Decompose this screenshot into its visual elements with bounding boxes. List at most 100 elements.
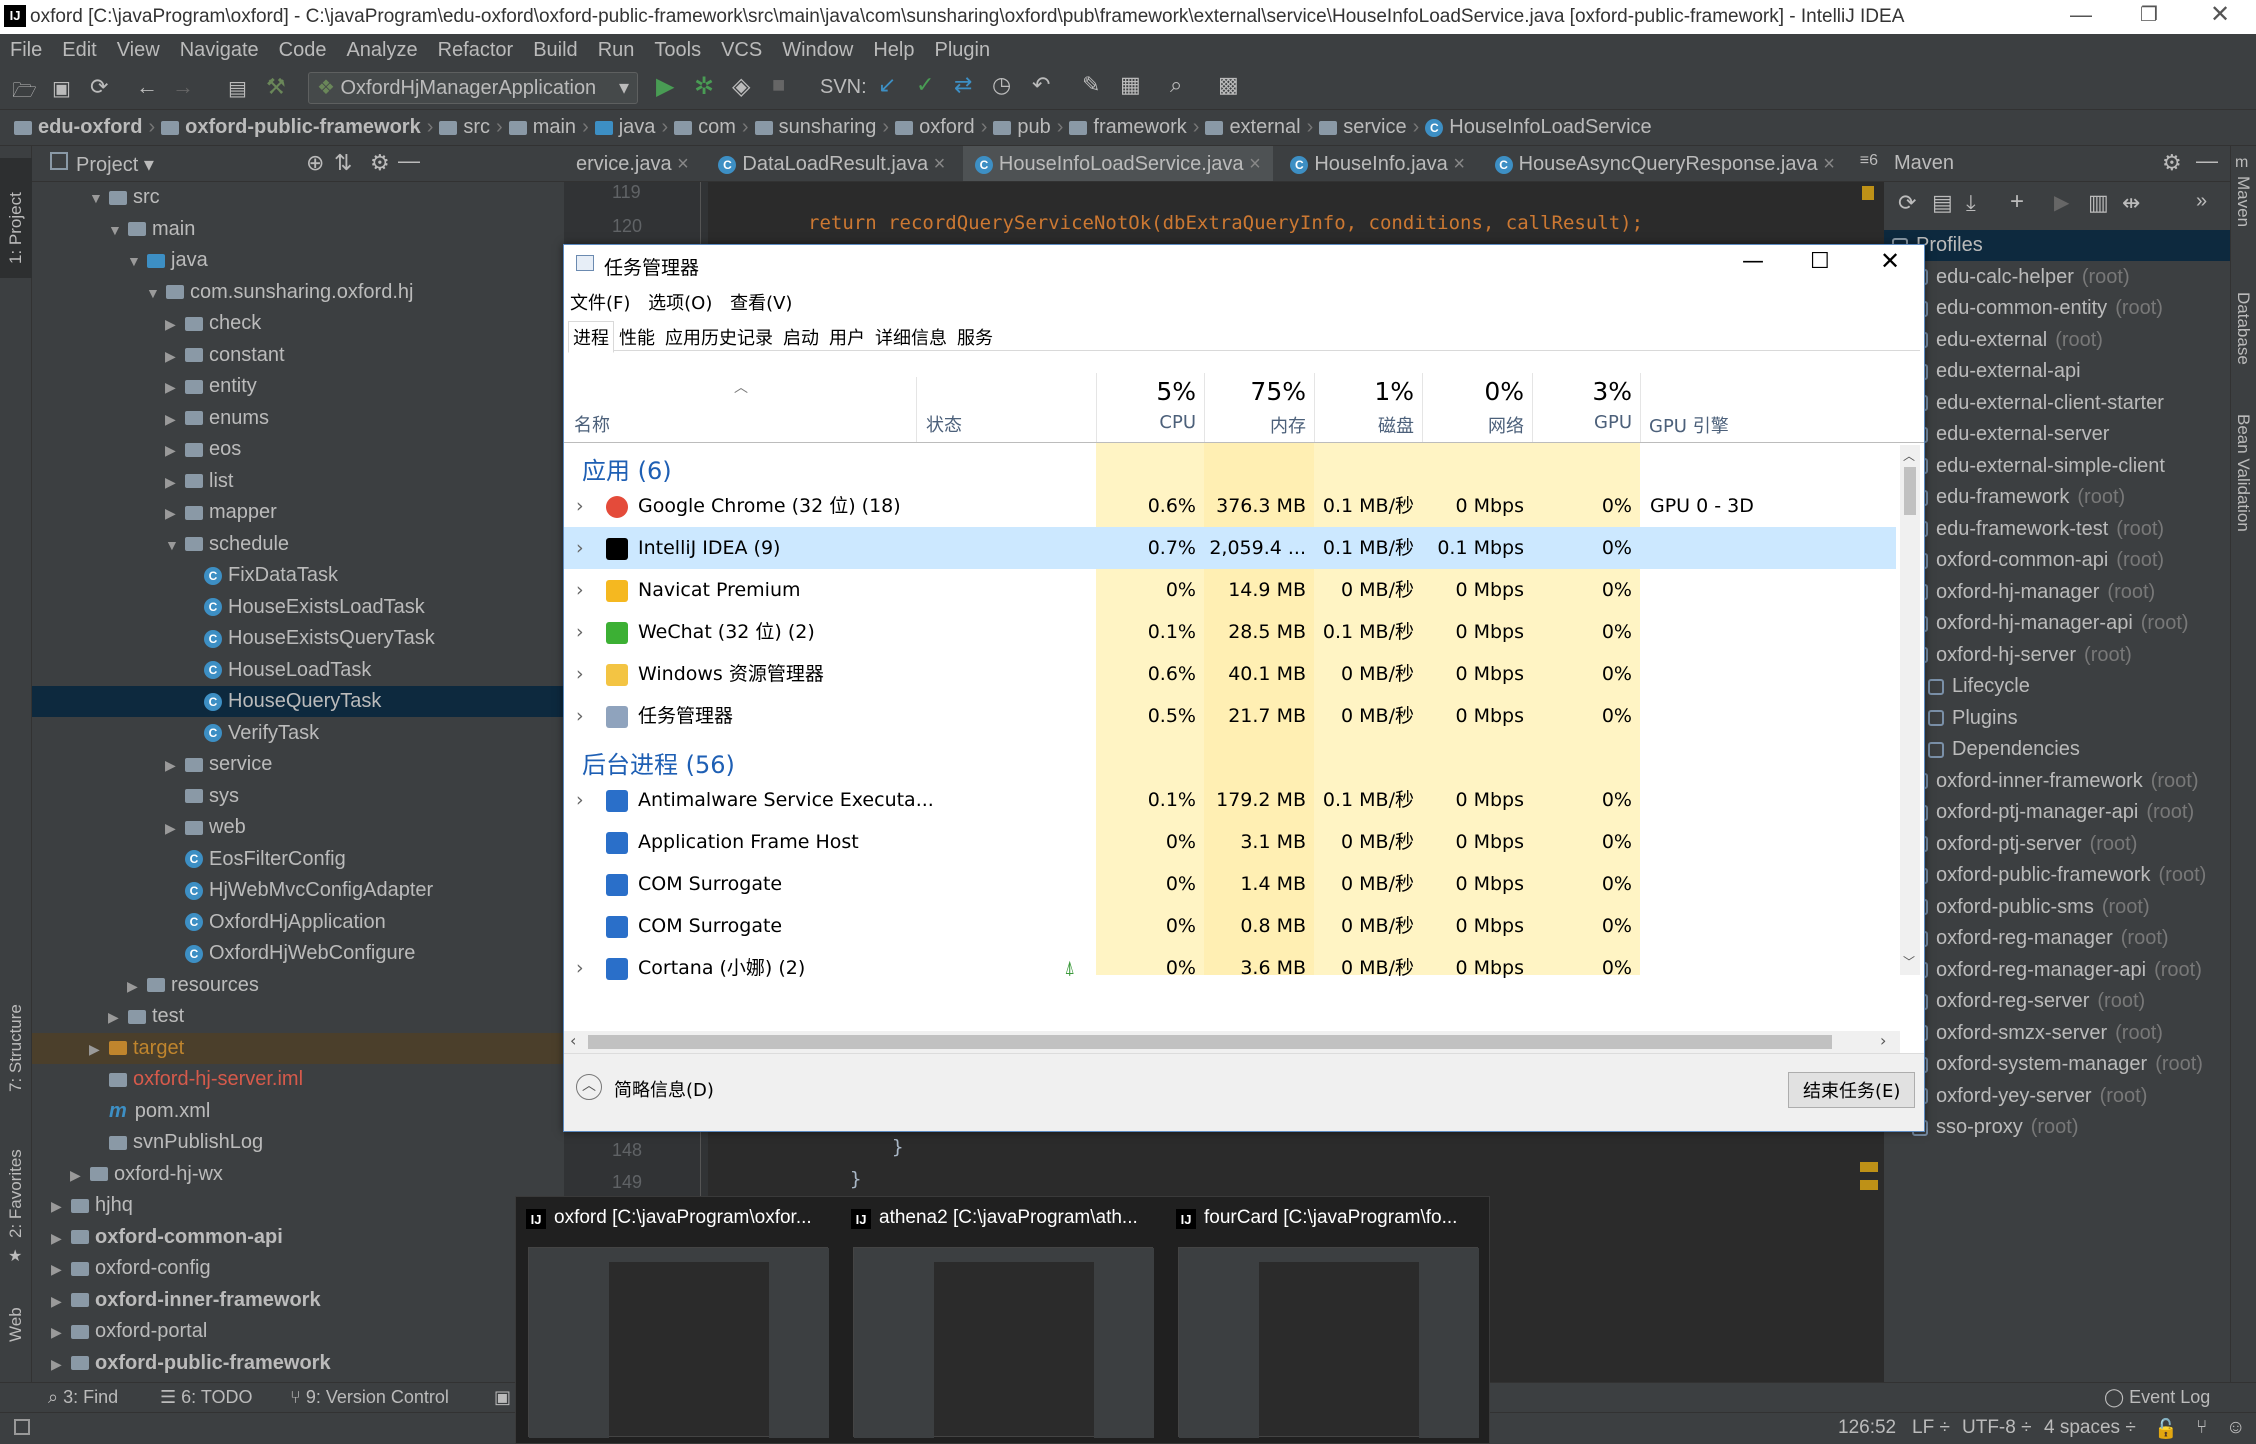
event-log-button[interactable]: ◯ Event Log [2104,1387,2210,1408]
editor-tab[interactable]: C HouseAsyncQueryResponse.java × [1483,146,1847,181]
process-row[interactable]: › IntelliJ IDEA (9) 0.7% 2,059.4 ... 0.1 MB/… [564,527,1896,569]
tree-item[interactable]: ▼ main [32,214,564,245]
sync-icon[interactable]: ⟳ [90,74,108,100]
editor-tab[interactable]: C DataLoadResult.java × [706,146,957,181]
project-view-select[interactable]: Project ▾ [76,152,154,177]
breadcrumb-item[interactable]: oxford-public-framework [161,116,421,139]
maven-project-item[interactable]: edu-external-client-starter [1884,388,2230,419]
run-icon[interactable]: ▶ [2054,190,2069,215]
tab-services[interactable]: 服务 [952,321,998,353]
run-icon[interactable]: ▶ [656,72,674,101]
process-row[interactable]: Application Frame Host 0% 3.1 MB 0 MB/秒 0 Mb… [564,821,1896,863]
tool-window-bean-validation[interactable]: Bean Validation [2233,414,2253,532]
menu-help[interactable]: Help [863,39,924,62]
process-row[interactable]: COM Surrogate 0% 0.8 MB 0 MB/秒 0 Mbps 0% [564,905,1896,947]
collapse-arrow-icon[interactable]: ▶ [127,971,147,1002]
tree-item[interactable]: ▶ target [32,1032,564,1064]
column-name[interactable]: 名称 [574,411,610,437]
process-row[interactable]: › WeChat (32 位) (2) 0.1% 28.5 MB 0.1 MB/秒 0 M… [564,611,1896,653]
breadcrumb-item[interactable]: edu-oxford [14,116,142,139]
maven-project-item[interactable]: oxford-ptj-server (root) [1884,829,2230,860]
collapse-arrow-icon[interactable]: ▶ [51,1286,71,1317]
expand-chevron-icon[interactable]: › [576,527,584,569]
tool-window-maven[interactable]: Maven [2233,176,2253,227]
generate-sources-icon[interactable]: ▤ [1932,190,1953,216]
menu-edit[interactable]: Edit [52,39,106,62]
menu-refactor[interactable]: Refactor [428,39,524,62]
tree-item[interactable]: ▶ test [32,1001,564,1032]
process-group-header[interactable]: 后台进程 (56) [582,745,735,780]
collapse-arrow-icon[interactable]: ▶ [51,1317,71,1348]
column-gpu[interactable]: 3% GPU [1532,373,1640,443]
maven-project-item[interactable]: oxford-ptj-manager-api (root) [1884,797,2230,828]
tree-item[interactable]: C FixDataTask [32,560,564,591]
minimize-icon[interactable]: — [2070,2,2092,28]
maven-project-item[interactable]: edu-framework-test (root) [1884,514,2230,545]
tree-item[interactable]: svnPublishLog [32,1127,564,1158]
execute-goal-icon[interactable]: ▥ [2088,190,2109,216]
end-task-button[interactable]: 结束任务(E) [1788,1072,1916,1108]
breadcrumb-item[interactable]: oxford [895,116,975,139]
open-folder-icon[interactable]: 🗁 [12,76,37,110]
tree-item[interactable]: C VerifyTask [32,718,564,749]
breadcrumb-item[interactable]: java [594,116,655,139]
tree-item[interactable]: C OxfordHjWebConfigure [32,938,564,969]
column-disk[interactable]: 1% 磁盘 [1314,373,1422,443]
tree-item[interactable]: ▼ com.sunsharing.oxford.hj [32,277,564,308]
tree-item[interactable]: ▼ schedule [32,529,564,560]
close-icon[interactable]: × [1823,153,1835,175]
maven-lifecycle-node[interactable]: Lifecycle [1884,671,2230,702]
tree-item[interactable]: ▶ enums [32,403,564,434]
editor-tab-active[interactable]: C HouseInfoLoadService.java × [962,146,1273,181]
structure-icon[interactable]: ▤ [228,76,247,101]
tool-window-structure[interactable]: 7: Structure [6,1004,26,1092]
menu-build[interactable]: Build [523,39,587,62]
menu-tools[interactable]: Tools [644,39,711,62]
tree-item[interactable]: sys [32,781,564,812]
tree-item[interactable]: ▶ oxford-inner-framework [32,1285,564,1316]
run-config-select[interactable]: ❖ OxfordHjManagerApplication ▾ [308,72,638,104]
expand-chevron-icon[interactable]: › [576,653,584,695]
process-row[interactable]: › Navicat Premium 0% 14.9 MB 0 MB/秒 0 Mbps 0% [564,569,1896,611]
collapse-arrow-icon[interactable]: ▶ [165,309,185,340]
menu-plugin[interactable]: Plugin [925,39,1001,62]
maven-lifecycle-node[interactable]: Dependencies [1884,734,2230,765]
maven-project-item[interactable]: oxford-common-api (root) [1884,545,2230,576]
warning-marker[interactable] [1862,186,1874,200]
tree-item[interactable]: m pom.xml [32,1096,564,1127]
tree-item[interactable]: ▶ oxford-hj-wx [32,1159,564,1190]
tree-item[interactable]: ▶ mapper [32,497,564,528]
maven-project-item[interactable]: oxford-system-manager (root) [1884,1049,2230,1080]
tree-item[interactable]: ▶ service [32,749,564,780]
expand-arrow-icon[interactable]: ▼ [89,183,109,214]
collapse-arrow-icon[interactable]: ▶ [108,1002,128,1033]
maven-project-item[interactable]: edu-external-api [1884,356,2230,387]
tree-item[interactable]: ▶ resources [32,970,564,1001]
tree-item[interactable]: ▼ java [32,245,564,276]
maven-project-item[interactable]: oxford-reg-server (root) [1884,986,2230,1017]
tree-item[interactable]: ▶ eos [32,434,564,465]
process-row[interactable]: › Windows 资源管理器 0.6% 40.1 MB 0 MB/秒 0 Mbps 0% [564,653,1896,695]
settings-wrench-icon[interactable]: ✎ [1082,72,1100,98]
close-icon[interactable]: ✕ [1880,247,1900,275]
download-icon[interactable]: ⤓ [1966,190,1976,216]
tree-item[interactable]: ▶ check [32,308,564,339]
hide-icon[interactable]: — [2196,148,2218,174]
expand-chevron-icon[interactable]: › [576,569,584,611]
stop-icon[interactable]: ■ [772,72,785,98]
tree-item[interactable]: C EosFilterConfig [32,844,564,875]
maven-project-item[interactable]: edu-common-entity (root) [1884,293,2230,324]
terminal-icon[interactable]: ▩ [1218,72,1239,98]
maven-project-item[interactable]: edu-external (root) [1884,325,2230,356]
close-icon[interactable]: ✕ [2210,0,2230,29]
tree-item[interactable]: ▶ list [32,466,564,497]
gear-icon[interactable]: ⚙ [370,150,390,176]
process-group-header[interactable]: 应用 (6) [582,451,672,486]
process-row[interactable]: › Antimalware Service Executa... 0.1% 179.2… [564,779,1896,821]
tool-window-version-control[interactable]: ⑂ 9: Version Control [290,1387,449,1408]
process-row[interactable]: › Cortana (小娜) (2) ⍋ 0% 3.6 MB 0 MB/秒 0 Mbps 0% [564,947,1896,989]
expand-chevron-icon[interactable]: › [576,695,584,737]
expand-chevron-icon[interactable]: › [576,947,584,989]
expand-arrow-icon[interactable]: ▼ [127,246,147,277]
menu-file[interactable]: File [0,39,52,62]
